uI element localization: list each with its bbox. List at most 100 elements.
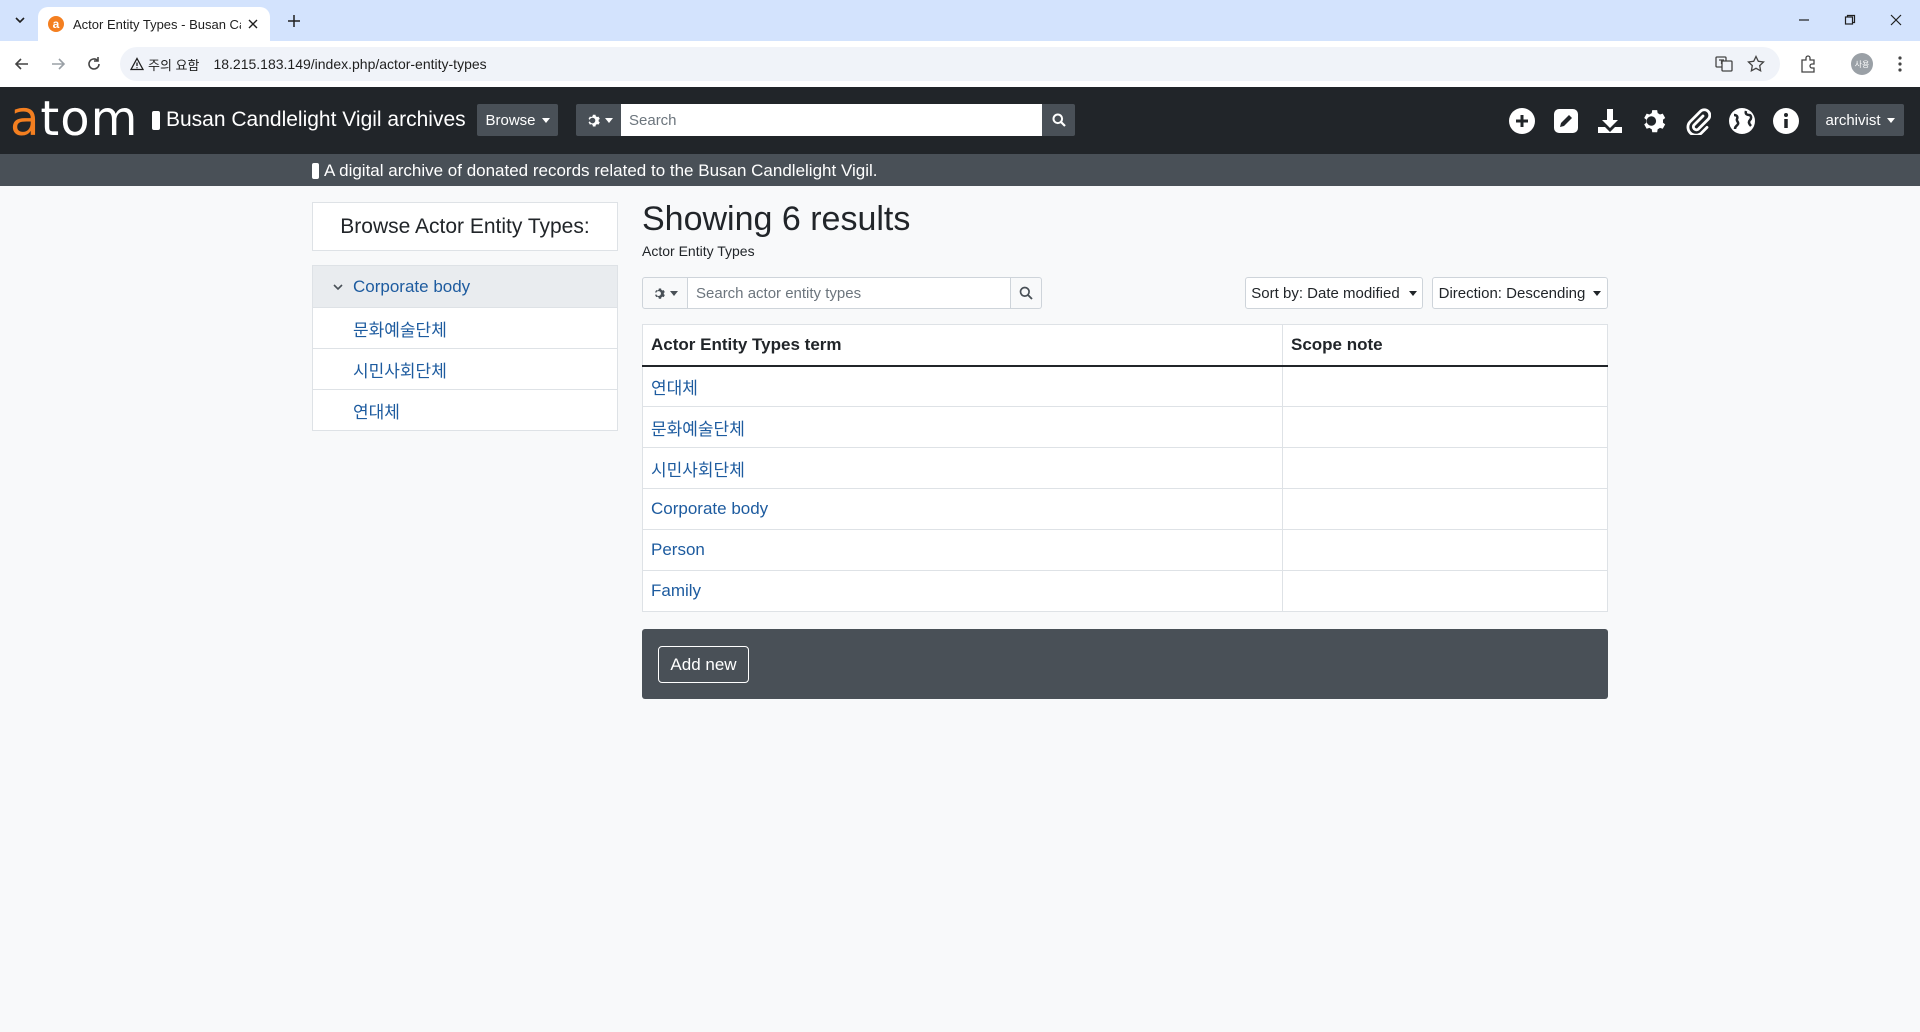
warning-triangle-icon — [130, 57, 144, 71]
settings-gear-icon[interactable] — [1639, 106, 1669, 136]
edit-pencil-icon[interactable] — [1551, 106, 1581, 136]
window-close-icon[interactable] — [1882, 8, 1910, 32]
add-plus-circle-icon[interactable] — [1507, 106, 1537, 136]
term-link[interactable]: 문화예술단체 — [642, 406, 1283, 448]
table-row: 시민사회단체 — [642, 447, 1608, 489]
table-row: Family — [642, 570, 1608, 612]
term-link[interactable]: Corporate body — [642, 488, 1283, 530]
term-link[interactable]: Family — [642, 570, 1283, 612]
site-description-text: A digital archive of donated records rel… — [324, 161, 878, 180]
tree-item-child[interactable]: 문화예술단체 — [313, 307, 617, 348]
translate-icon[interactable] — [1714, 54, 1734, 74]
filter-options-button[interactable] — [642, 277, 688, 309]
add-new-button[interactable]: Add new — [658, 646, 749, 683]
security-warning-text: 주의 요함 — [148, 57, 200, 73]
site-name-marker-icon — [152, 110, 160, 130]
term-link[interactable]: 연대체 — [642, 365, 1283, 407]
browse-menu-button[interactable]: Browse — [477, 104, 558, 136]
scope-note-cell — [1282, 365, 1608, 407]
language-globe-icon[interactable] — [1727, 106, 1757, 136]
caret-down-icon — [670, 290, 678, 296]
reload-icon[interactable] — [82, 52, 106, 76]
extensions-puzzle-icon[interactable] — [1796, 52, 1820, 76]
caret-down-icon — [1593, 290, 1602, 296]
tree-item-corporate-body[interactable]: Corporate body — [313, 266, 617, 307]
window-minimize-icon[interactable] — [1790, 8, 1818, 32]
info-circle-icon[interactable] — [1771, 106, 1801, 136]
table-row: 문화예술단체 — [642, 406, 1608, 448]
browser-menu-kebab-icon[interactable] — [1888, 52, 1912, 76]
bookmark-star-icon[interactable] — [1746, 54, 1766, 74]
new-tab-plus-icon[interactable] — [282, 9, 306, 33]
site-search-button[interactable] — [1042, 104, 1075, 136]
logo-text: tom — [40, 91, 139, 147]
column-header-term: Actor Entity Types term — [642, 324, 1283, 367]
tree-item-label[interactable]: 시민사회단체 — [353, 357, 447, 382]
filter-search-input[interactable] — [688, 277, 1011, 309]
user-menu-button[interactable]: archivist — [1816, 104, 1904, 136]
address-bar[interactable]: 주의 요함 18.215.183.149/index.php/actor-ent… — [120, 47, 1780, 81]
tab-title: Actor Entity Types - Busan Candlelight V… — [73, 16, 241, 32]
import-download-icon[interactable] — [1595, 106, 1625, 136]
tab-search-chevron-icon[interactable] — [10, 10, 30, 30]
site-header: a tom Busan Candlelight Vigil archives Br… — [0, 87, 1920, 154]
actions-bar: Add new — [642, 629, 1608, 699]
scope-note-cell — [1282, 447, 1608, 489]
atom-favicon-icon: a — [48, 16, 64, 32]
scope-note-cell — [1282, 570, 1608, 612]
chevron-down-icon[interactable] — [331, 280, 345, 294]
table-row: 연대체 — [642, 365, 1608, 407]
window-restore-icon[interactable] — [1836, 8, 1864, 32]
tab-close-icon[interactable] — [244, 15, 262, 33]
forward-arrow-icon[interactable] — [46, 52, 70, 76]
direction-dropdown[interactable]: Direction: Descending — [1432, 277, 1608, 309]
tree-item-child[interactable]: 연대체 — [313, 389, 617, 430]
table-header-row: Actor Entity Types term Scope note — [642, 324, 1608, 367]
caret-down-icon — [604, 117, 613, 123]
browser-toolbar: 주의 요함 18.215.183.149/index.php/actor-ent… — [0, 41, 1920, 87]
column-header-scope-note: Scope note — [1282, 324, 1608, 367]
scope-note-cell — [1282, 529, 1608, 571]
caret-down-icon — [1886, 117, 1895, 123]
site-name-text: Busan Candlelight Vigil archives — [166, 108, 466, 131]
browser-tab-strip: a Actor Entity Types - Busan Candlelight… — [0, 0, 1920, 41]
tree-item-child[interactable]: 시민사회단체 — [313, 348, 617, 389]
browser-tab-active[interactable]: a Actor Entity Types - Busan Candlelight… — [38, 7, 270, 41]
tree-item-label[interactable]: Corporate body — [353, 277, 470, 297]
description-marker-icon — [312, 163, 319, 179]
url-text[interactable]: 18.215.183.149/index.php/actor-entity-ty… — [213, 56, 486, 72]
paperclip-icon[interactable] — [1683, 106, 1713, 136]
tree-item-label[interactable]: 연대체 — [353, 398, 400, 423]
profile-initials: 사용 — [1851, 53, 1873, 75]
results-table: Actor Entity Types term Scope note 연대체 문… — [642, 324, 1608, 612]
filter-search-button[interactable] — [1011, 277, 1042, 309]
gear-icon — [655, 287, 665, 299]
scope-note-cell — [1282, 406, 1608, 448]
search-options-button[interactable] — [576, 104, 621, 136]
site-name-link[interactable]: Busan Candlelight Vigil archives — [152, 108, 466, 132]
direction-label: Direction: Descending — [1438, 284, 1586, 302]
back-arrow-icon[interactable] — [10, 52, 34, 76]
caret-down-icon — [1408, 290, 1417, 296]
atom-logo[interactable]: a tom — [10, 91, 139, 147]
tree-item-label[interactable]: 문화예술단체 — [353, 316, 447, 341]
gear-icon — [588, 114, 600, 126]
sort-dropdown[interactable]: Sort by: Date modified — [1245, 277, 1423, 309]
user-label: archivist — [1825, 111, 1881, 129]
search-icon — [1052, 113, 1066, 127]
page-title: Showing 6 results — [642, 200, 911, 238]
sort-label: Sort by: Date modified — [1251, 284, 1400, 302]
term-link[interactable]: 시민사회단체 — [642, 447, 1283, 489]
caret-down-icon — [541, 117, 550, 123]
logo-accent: a — [10, 91, 41, 147]
profile-avatar[interactable]: 사용 — [1850, 52, 1874, 76]
browse-label: Browse — [485, 111, 536, 129]
table-row: Person — [642, 529, 1608, 571]
term-link[interactable]: Person — [642, 529, 1283, 571]
site-search-input[interactable] — [621, 104, 1042, 136]
scope-note-cell — [1282, 488, 1608, 530]
security-warning-chip[interactable]: 주의 요함 — [130, 55, 199, 74]
table-row: Corporate body — [642, 488, 1608, 530]
taxonomy-tree: Corporate body 문화예술단체 시민사회단체 연대체 — [312, 265, 618, 431]
sidebar-heading: Browse Actor Entity Types: — [312, 202, 618, 251]
